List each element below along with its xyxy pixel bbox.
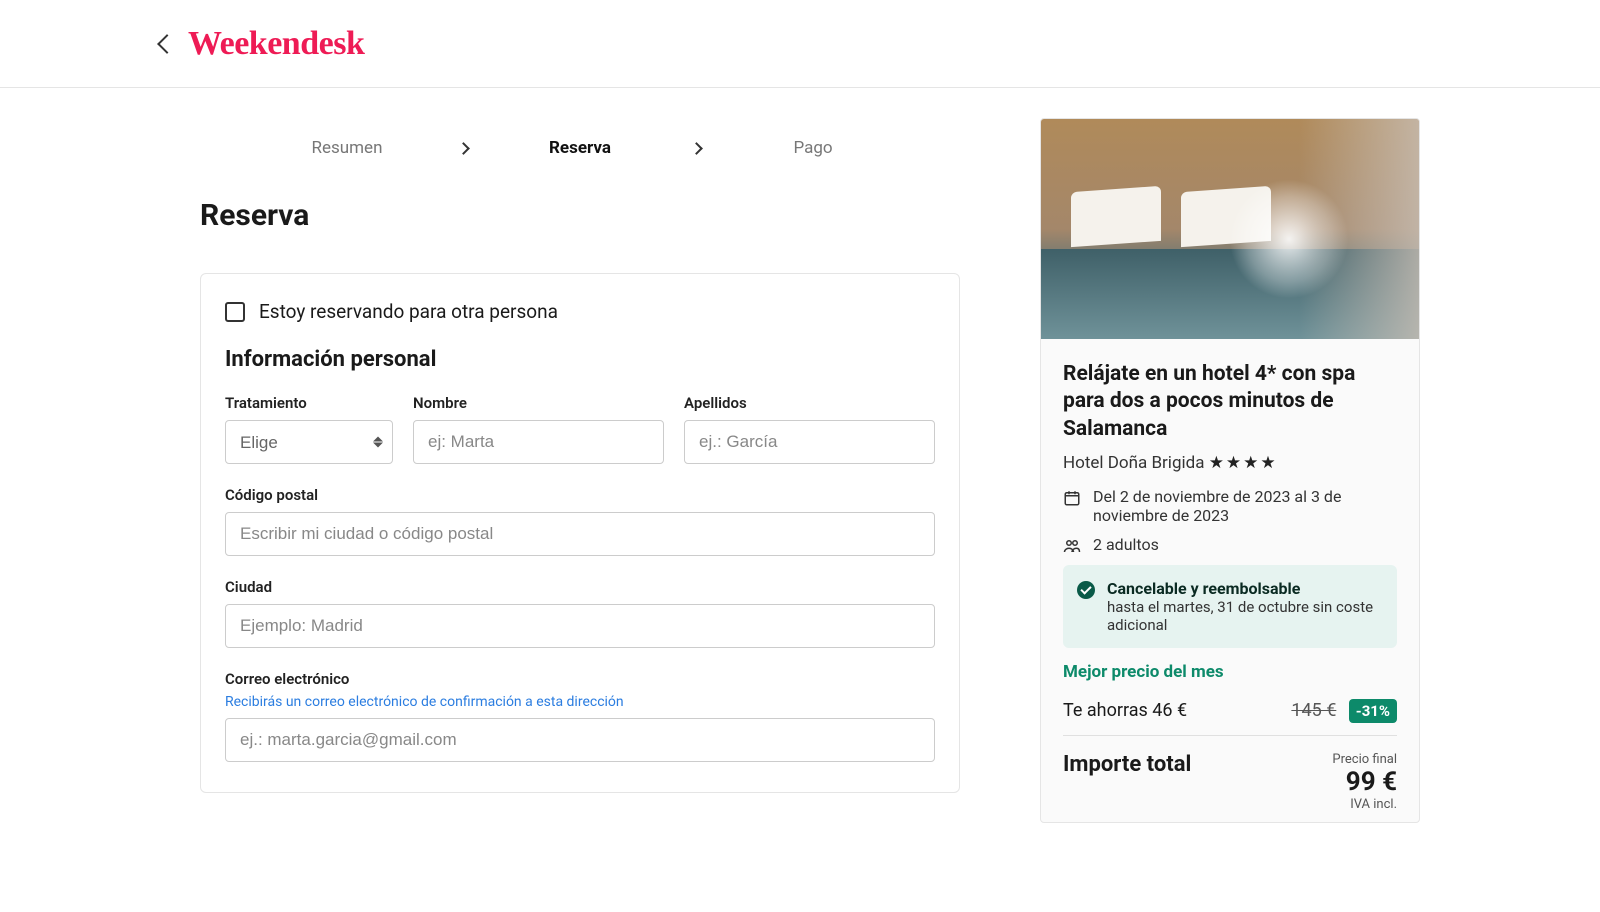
- email-input[interactable]: [225, 718, 935, 762]
- discount-badge: -31%: [1349, 699, 1397, 723]
- other-person-checkbox[interactable]: [225, 302, 245, 322]
- cancel-subtitle: hasta el martes, 31 de octubre sin coste…: [1107, 598, 1383, 634]
- hotel-name: Hotel Doña Brigida: [1063, 453, 1204, 473]
- postal-input[interactable]: [225, 512, 935, 556]
- name-input[interactable]: [413, 420, 664, 464]
- email-hint: Recibirás un correo electrónico de confi…: [225, 694, 935, 710]
- total-label: Importe total: [1063, 752, 1191, 777]
- step-booking: Reserva: [493, 138, 667, 158]
- total-amount: 99 €: [1332, 767, 1397, 797]
- email-label: Correo electrónico: [225, 670, 935, 688]
- vat-label: IVA incl.: [1332, 797, 1397, 812]
- city-input[interactable]: [225, 604, 935, 648]
- chevron-right-icon: [457, 142, 470, 155]
- personal-info-form: Estoy reservando para otra persona Infor…: [200, 273, 960, 793]
- top-bar: Weekendesk: [0, 0, 1600, 88]
- name-label: Nombre: [413, 394, 664, 412]
- chevron-right-icon: [690, 142, 703, 155]
- surname-label: Apellidos: [684, 394, 935, 412]
- treatment-select[interactable]: Elige: [225, 420, 393, 464]
- check-circle-icon: [1077, 581, 1095, 599]
- dates-text: Del 2 de noviembre de 2023 al 3 de novie…: [1093, 487, 1397, 525]
- calendar-icon: [1063, 489, 1081, 507]
- surname-input[interactable]: [684, 420, 935, 464]
- back-icon[interactable]: [157, 34, 177, 54]
- best-price-badge: Mejor precio del mes: [1063, 662, 1397, 682]
- city-label: Ciudad: [225, 578, 935, 596]
- other-person-label: Estoy reservando para otra persona: [259, 300, 558, 323]
- step-payment: Pago: [726, 138, 900, 158]
- guests-text: 2 adultos: [1093, 535, 1159, 554]
- guests-icon: [1063, 537, 1081, 555]
- postal-label: Código postal: [225, 486, 935, 504]
- booking-summary-card: Relájate en un hotel 4* con spa para dos…: [1040, 118, 1420, 823]
- brand-logo[interactable]: Weekendesk: [188, 25, 364, 63]
- old-price: 145 €: [1291, 700, 1336, 721]
- section-heading: Información personal: [225, 347, 935, 372]
- checkout-steps: Resumen Reserva Pago: [200, 118, 960, 188]
- treatment-label: Tratamiento: [225, 394, 393, 412]
- offer-title: Relájate en un hotel 4* con spa para dos…: [1063, 361, 1397, 443]
- page-title: Reserva: [200, 198, 960, 233]
- savings-text: Te ahorras 46 €: [1063, 700, 1187, 721]
- select-stepper-icon: [373, 437, 383, 448]
- final-price-label: Precio final: [1332, 752, 1397, 767]
- cancellation-box: Cancelable y reembolsable hasta el marte…: [1063, 565, 1397, 648]
- cancel-title: Cancelable y reembolsable: [1107, 579, 1383, 598]
- hotel-hero-image: [1041, 119, 1419, 339]
- star-rating-icon: ★★★★: [1209, 453, 1278, 473]
- step-summary[interactable]: Resumen: [260, 138, 434, 158]
- hotel-name-row: Hotel Doña Brigida ★★★★: [1063, 453, 1397, 473]
